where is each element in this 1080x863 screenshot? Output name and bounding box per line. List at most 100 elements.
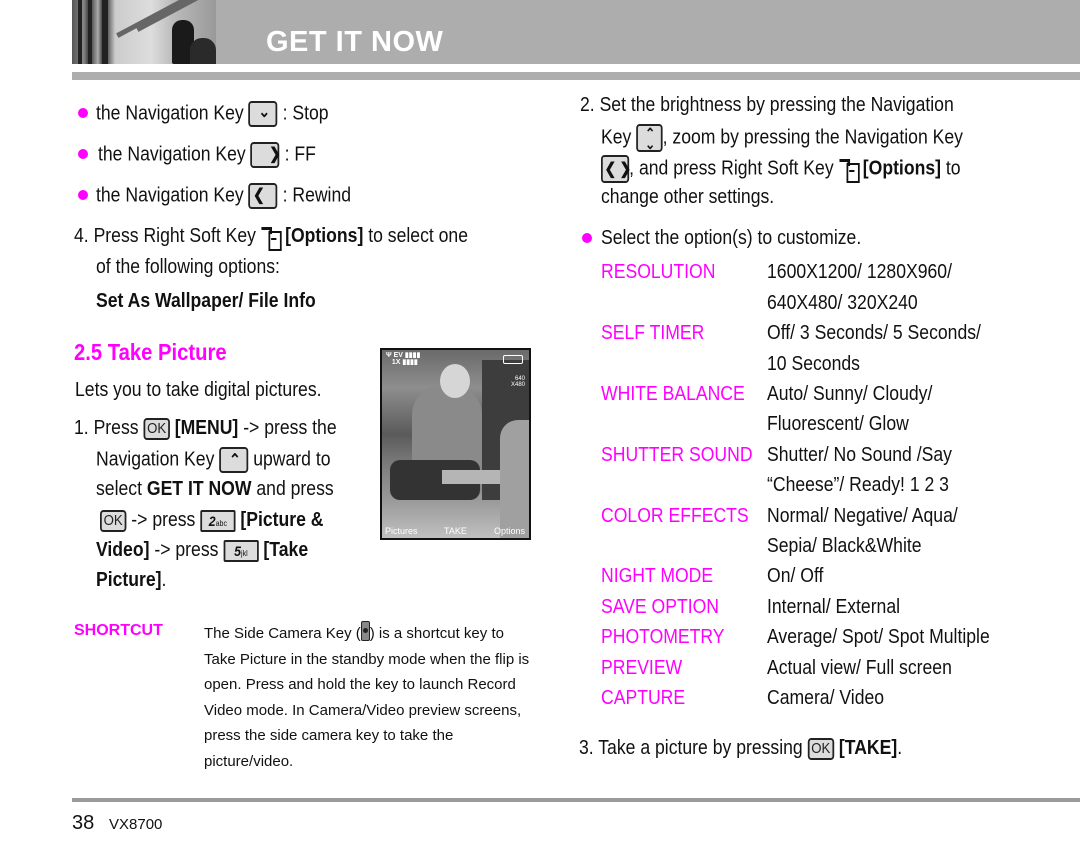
option-value: Normal/ Negative/ Aqua/ (767, 505, 958, 527)
bullet-icon (78, 149, 88, 159)
ok-key-icon: OK (807, 737, 835, 760)
ev-indicator: EV (393, 352, 403, 359)
option-label-photometry: PHOTOMETRY (601, 626, 725, 648)
shortcut-text: The Side Camera Key () is a shortcut key… (204, 621, 534, 774)
take-label: [TAKE] (838, 737, 898, 759)
photo-detail (102, 0, 108, 64)
option-value: Sepia/ Black&White (767, 535, 922, 557)
option-value: “Cheese”/ Ready! 1 2 3 (767, 474, 949, 496)
select-options-bullet: Select the option(s) to customize. (601, 227, 862, 249)
option-label-self-timer: SELF TIMER (601, 322, 705, 344)
antenna-icon: Ψ (386, 352, 392, 359)
preview-child (500, 420, 529, 538)
period: . (897, 737, 903, 759)
take-picture-label: Picture] (96, 569, 162, 591)
step-text: , and press Right Soft Key (629, 157, 834, 180)
battery-icon (503, 355, 523, 364)
footer-divider (72, 798, 1080, 802)
resolution-bottom: X480 (510, 382, 525, 388)
option-label-resolution: RESOLUTION (601, 261, 716, 283)
bullet-icon (582, 233, 592, 243)
bullet-action: : Stop (282, 102, 329, 125)
nav-up-icon: ⌃ (219, 447, 249, 473)
option-label-shutter-sound: SHUTTER SOUND (601, 444, 753, 466)
option-value: 640X480/ 320X240 (767, 292, 918, 314)
bullet-text: the Navigation Key (96, 184, 244, 207)
step-1-line-4: OK -> press 2abc [Picture & (100, 508, 323, 532)
softkey-options: Options (493, 526, 525, 536)
nav-bullet-rewind: the Navigation Key ❮ : Rewind (96, 183, 351, 209)
step-text: 3. Take a picture by pressing (579, 737, 803, 759)
take-picture-label: [Take (263, 539, 309, 561)
header-divider (72, 72, 1080, 80)
step-text: , zoom by pressing the Navigation Key (662, 126, 963, 149)
option-value: Internal/ External (767, 596, 901, 618)
preview-subject-head (440, 364, 470, 398)
option-value: 10 Seconds (767, 353, 860, 375)
signal-status: Ψ EV ▮▮▮▮ 1X ▮▮▮▮ (386, 352, 421, 366)
options-label: [Options] (862, 157, 941, 180)
key-5-jkl-icon: 5jkl (223, 539, 259, 562)
photo-figure (190, 38, 216, 64)
option-label-night-mode: NIGHT MODE (601, 565, 714, 587)
section-intro: Lets you to take digital pictures. (75, 379, 322, 401)
option-label-capture: CAPTURE (601, 687, 686, 709)
nav-down-icon: ⌄ (248, 101, 278, 127)
option-label-save-option: SAVE OPTION (601, 596, 720, 618)
key-number: 5 (234, 542, 242, 559)
page-number: 38 (72, 812, 95, 834)
step-2-line-4: change other settings. (601, 186, 775, 208)
header-photo (72, 0, 216, 64)
step-text: Key (601, 126, 632, 149)
step-text: upward to (253, 448, 331, 471)
picture-video-label: Video] (96, 539, 150, 561)
resolution-indicator: 640 X480 (511, 376, 525, 388)
step-text: 1. Press (74, 417, 139, 439)
step-text: -> press the (243, 417, 337, 439)
step-text: Navigation Key (96, 448, 215, 471)
get-it-now-label: GET IT NOW (146, 478, 252, 500)
key-letters: abc (215, 518, 227, 528)
camera-preview-screenshot: Ψ EV ▮▮▮▮ 1X ▮▮▮▮ 640 X480 Pictures TAKE… (380, 348, 531, 540)
option-value: Average/ Spot/ Spot Multiple (767, 626, 990, 648)
step-1-line-2: Navigation Key ⌃ upward to (96, 447, 331, 473)
step-text: to (945, 157, 961, 180)
nav-bullet-stop: the Navigation Key ⌄ : Stop (96, 101, 329, 127)
step-1-line-6: Picture]. (96, 568, 166, 592)
step-text: -> press (131, 509, 196, 531)
step-1-line-3: select GET IT NOW and press (96, 477, 334, 501)
photo-detail (88, 0, 92, 64)
page-header-title: GET IT NOW (266, 26, 444, 58)
shortcut-text-part: ) is a shortcut key to Take Picture in t… (204, 625, 530, 770)
options-label: [Options] (285, 225, 364, 247)
step-1-line-5: Video] -> press 5jkl [Take (96, 538, 308, 562)
option-label-white-balance: WHITE BALANCE (601, 383, 745, 405)
softkey-pictures: Pictures (385, 526, 418, 536)
option-value: 1600X1200/ 1280X960/ (767, 261, 952, 283)
step-2-line-2: Key ⌃ ⌄, zoom by pressing the Navigation … (601, 124, 963, 152)
option-value: Camera/ Video (767, 687, 885, 709)
right-soft-key-icon (261, 225, 282, 251)
step-text: 4. Press Right Soft Key (74, 225, 256, 247)
shortcut-text-part: The Side Camera Key ( (204, 625, 361, 642)
option-value: Auto/ Sunny/ Cloudy/ (767, 383, 933, 405)
1x-indicator: 1X (391, 359, 401, 366)
model-name: VX8700 (109, 816, 163, 833)
option-value: Shutter/ No Sound /Say (767, 444, 952, 466)
step-2-line-1: 2. Set the brightness by pressing the Na… (580, 94, 954, 116)
key-2-abc-icon: 2abc (200, 509, 236, 532)
bullet-action: : Rewind (282, 184, 352, 207)
nav-left-icon: ❮ (248, 183, 278, 209)
bullet-icon (78, 190, 88, 200)
key-letters: jkl (241, 548, 248, 558)
ok-key-icon: OK (143, 417, 170, 440)
option-label-color-effects: COLOR EFFECTS (601, 505, 749, 527)
option-label-preview: PREVIEW (601, 657, 683, 679)
step-3: 3. Take a picture by pressing OK [TAKE]. (579, 736, 902, 760)
bullet-text: the Navigation Key (98, 143, 246, 166)
option-value: Off/ 3 Seconds/ 5 Seconds/ (767, 322, 981, 344)
nav-right-icon: ❯ (250, 142, 281, 168)
bullet-icon (78, 108, 88, 118)
period: . (161, 569, 167, 591)
section-title: 2.5 Take Picture (74, 339, 227, 365)
